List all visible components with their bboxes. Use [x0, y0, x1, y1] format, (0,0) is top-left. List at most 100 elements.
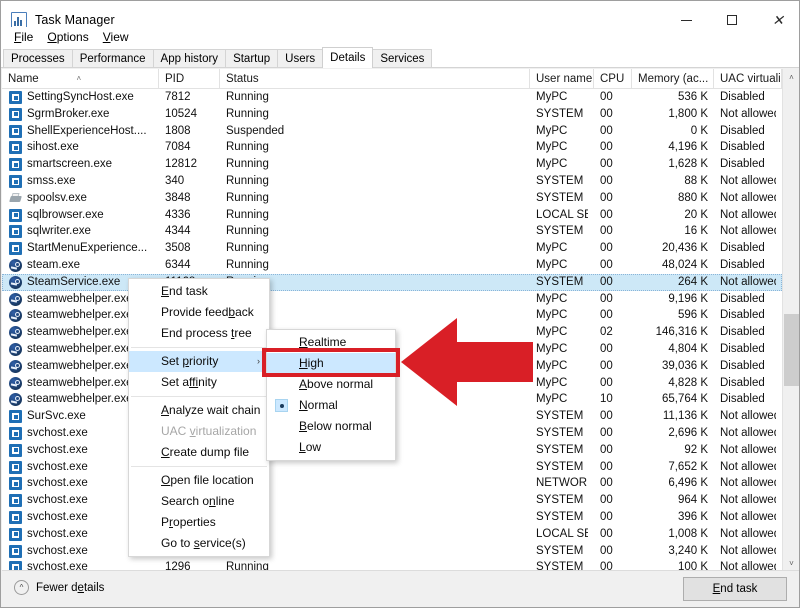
table-row[interactable]: steamwebhelper.exe MyPC 00 596 K Disabled: [2, 307, 782, 324]
column-header-cpu[interactable]: CPU: [594, 69, 632, 89]
table-row[interactable]: smss.exe 340 Running SYSTEM 00 88 K Not allowe…: [2, 173, 782, 190]
context-menu-item-analyze-wait-chain[interactable]: Analyze wait chain: [129, 400, 269, 421]
cell-memory: 3,240 K: [668, 544, 708, 557]
table-row[interactable]: SteamService.exe11168RunningSYSTEM00264 …: [2, 273, 782, 291]
cell-user: SYSTEM: [536, 275, 584, 288]
cell-user: SYSTEM: [536, 427, 584, 439]
cell-status: Running: [226, 107, 269, 120]
menu-separator: [131, 347, 267, 348]
scroll-up-button[interactable]: ˄: [783, 69, 799, 86]
cell-memory: 11,136 K: [662, 410, 708, 423]
tab-users[interactable]: Users: [277, 49, 324, 68]
vertical-scrollbar[interactable]: ˄ ˅: [782, 69, 799, 572]
cell-pid: 12812: [165, 158, 197, 171]
cell-user: MyPC: [536, 359, 568, 372]
table-row[interactable]: SettingSyncHost.exe 7812 Running MyPC 00 536 …: [2, 89, 782, 106]
cell-status: Running: [226, 158, 269, 171]
steam-icon: [9, 343, 22, 356]
cell-name: ShellExperienceHost....: [27, 124, 147, 137]
column-header-status[interactable]: Status: [220, 69, 530, 89]
column-header-row: Name ˄ PID Status User name CPU Memory (ac... U…: [2, 69, 799, 89]
context-menu-item-search-online[interactable]: Search online: [129, 491, 269, 512]
cell-cpu: 00: [600, 527, 613, 540]
table-row[interactable]: svchost.exe1232RunningLOCAL SER...001,00…: [2, 526, 782, 543]
cell-uac: Disabled: [720, 343, 765, 355]
tab-performance[interactable]: Performance: [71, 49, 154, 68]
cell-status: Running: [226, 526, 524, 543]
cell-cpu: 00: [600, 91, 613, 103]
cell-uac: Not allowed: [720, 191, 776, 204]
table-row[interactable]: SgrmBroker.exe 10524 Running SYSTEM 00 1,800 …: [2, 106, 782, 123]
cell-status: [226, 459, 524, 476]
scrollbar-thumb[interactable]: [784, 314, 799, 386]
table-row[interactable]: StartMenuExperience... 3508 Running MyPC 00 2…: [2, 240, 782, 257]
context-menu-item-properties[interactable]: Properties: [129, 512, 269, 533]
set-priority-submenu[interactable]: Realtime High Above normal Normal Below norm…: [266, 329, 396, 461]
context-menu-item-label: End task: [161, 284, 208, 298]
tab-startup[interactable]: Startup: [225, 49, 279, 68]
table-row[interactable]: svchost.exe SYSTEM 00 7,652 K Not allowed: [2, 459, 782, 476]
cell-cpu: 00: [600, 460, 613, 473]
context-menu-item-label: Properties: [161, 515, 216, 529]
cell-user: MyPC: [536, 309, 568, 322]
table-row[interactable]: svchost.exe1248RunningSYSTEM003,240 KNot…: [2, 543, 782, 560]
context-menu-item-set-priority[interactable]: Set priority ›: [129, 351, 269, 372]
table-row[interactable]: sqlwriter.exe 4344 Running SYSTEM 00 16 K Not …: [2, 223, 782, 240]
table-row[interactable]: spoolsv.exe 3848 Running SYSTEM 00 880 K Not a…: [2, 190, 782, 207]
column-header-user[interactable]: User name: [530, 69, 594, 89]
priority-option-label: Normal: [299, 398, 338, 412]
process-context-menu[interactable]: End task Provide feedback End process tree…: [128, 278, 270, 557]
menu-separator: [131, 466, 267, 467]
menu-file[interactable]: File: [7, 29, 40, 45]
tab-services[interactable]: Services: [372, 49, 433, 68]
context-menu-item-end-task[interactable]: End task: [129, 281, 269, 302]
priority-option-high[interactable]: High: [267, 353, 395, 374]
priority-option-realtime[interactable]: Realtime: [267, 332, 395, 353]
table-row[interactable]: ShellExperienceHost.... 1808 Suspended MyPC…: [2, 123, 782, 140]
table-row[interactable]: svchost.exe428RunningSYSTEM00964 KNot al…: [2, 492, 782, 509]
cell-user: SYSTEM: [536, 225, 584, 238]
cell-pid: 340: [165, 175, 185, 187]
fewer-details-button[interactable]: ^ Fewer details: [14, 580, 104, 595]
priority-option-above-normal[interactable]: Above normal: [267, 374, 395, 395]
table-row[interactable]: sihost.exe 7084 Running MyPC 00 4,196 K Disabl…: [2, 139, 782, 156]
context-menu-item-go-to-service-s[interactable]: Go to service(s): [129, 533, 269, 554]
column-header-pid[interactable]: PID: [159, 69, 220, 89]
context-menu-item-end-process-tree[interactable]: End process tree: [129, 323, 269, 344]
menu-view[interactable]: View: [96, 29, 136, 45]
context-menu-item-provide-feedback[interactable]: Provide feedback: [129, 302, 269, 323]
tab-processes[interactable]: Processes: [3, 49, 73, 68]
cell-cpu: 00: [600, 175, 613, 187]
cell-status: Running: [226, 175, 269, 187]
tab-details[interactable]: Details: [322, 47, 374, 68]
cell-cpu: 00: [600, 376, 613, 389]
chevron-up-icon: ^: [14, 580, 29, 595]
table-row[interactable]: svchost.exe1188RunningSYSTEM00396 KNot a…: [2, 509, 782, 526]
cell-cpu: 00: [600, 309, 613, 322]
cell-uac: Disabled: [720, 141, 765, 154]
table-row[interactable]: smartscreen.exe 12812 Running MyPC 00 1,628 K…: [2, 156, 782, 173]
context-menu-item-open-file-location[interactable]: Open file location: [129, 470, 269, 491]
table-row[interactable]: svchost.exeNETWORK ...006,496 KNot allow…: [2, 475, 782, 492]
table-row[interactable]: sqlbrowser.exe 4336 Running LOCAL SER... 00 2…: [2, 207, 782, 224]
context-menu-item-set-affinity[interactable]: Set affinity: [129, 372, 269, 393]
menu-options[interactable]: Options: [40, 29, 95, 45]
priority-option-below-normal[interactable]: Below normal: [267, 416, 395, 437]
app-icon: [9, 158, 22, 172]
context-menu-item-label: End process tree: [161, 326, 252, 340]
column-header-memory[interactable]: Memory (ac...: [632, 69, 714, 89]
end-task-button[interactable]: End task: [683, 577, 787, 601]
cell-uac: Not allowed: [720, 410, 776, 423]
cell-name: SettingSyncHost.exe: [27, 91, 134, 103]
tab-app-history[interactable]: App history: [152, 49, 227, 68]
priority-option-normal[interactable]: Normal: [267, 395, 395, 416]
cell-memory: 92 K: [684, 443, 708, 456]
cell-user: MyPC: [536, 292, 568, 305]
table-row[interactable]: steamwebhelper.exe MyPC 00 9,196 K Disabled: [2, 291, 782, 308]
priority-option-label: Below normal: [299, 419, 372, 433]
steam-icon: [9, 376, 22, 390]
context-menu-item-create-dump-file[interactable]: Create dump file: [129, 442, 269, 463]
column-header-uac[interactable]: UAC virtualizati...: [714, 69, 782, 89]
priority-option-low[interactable]: Low: [267, 437, 395, 458]
table-row[interactable]: steam.exe 6344 Running MyPC 00 48,024 K Disabl…: [2, 257, 782, 274]
